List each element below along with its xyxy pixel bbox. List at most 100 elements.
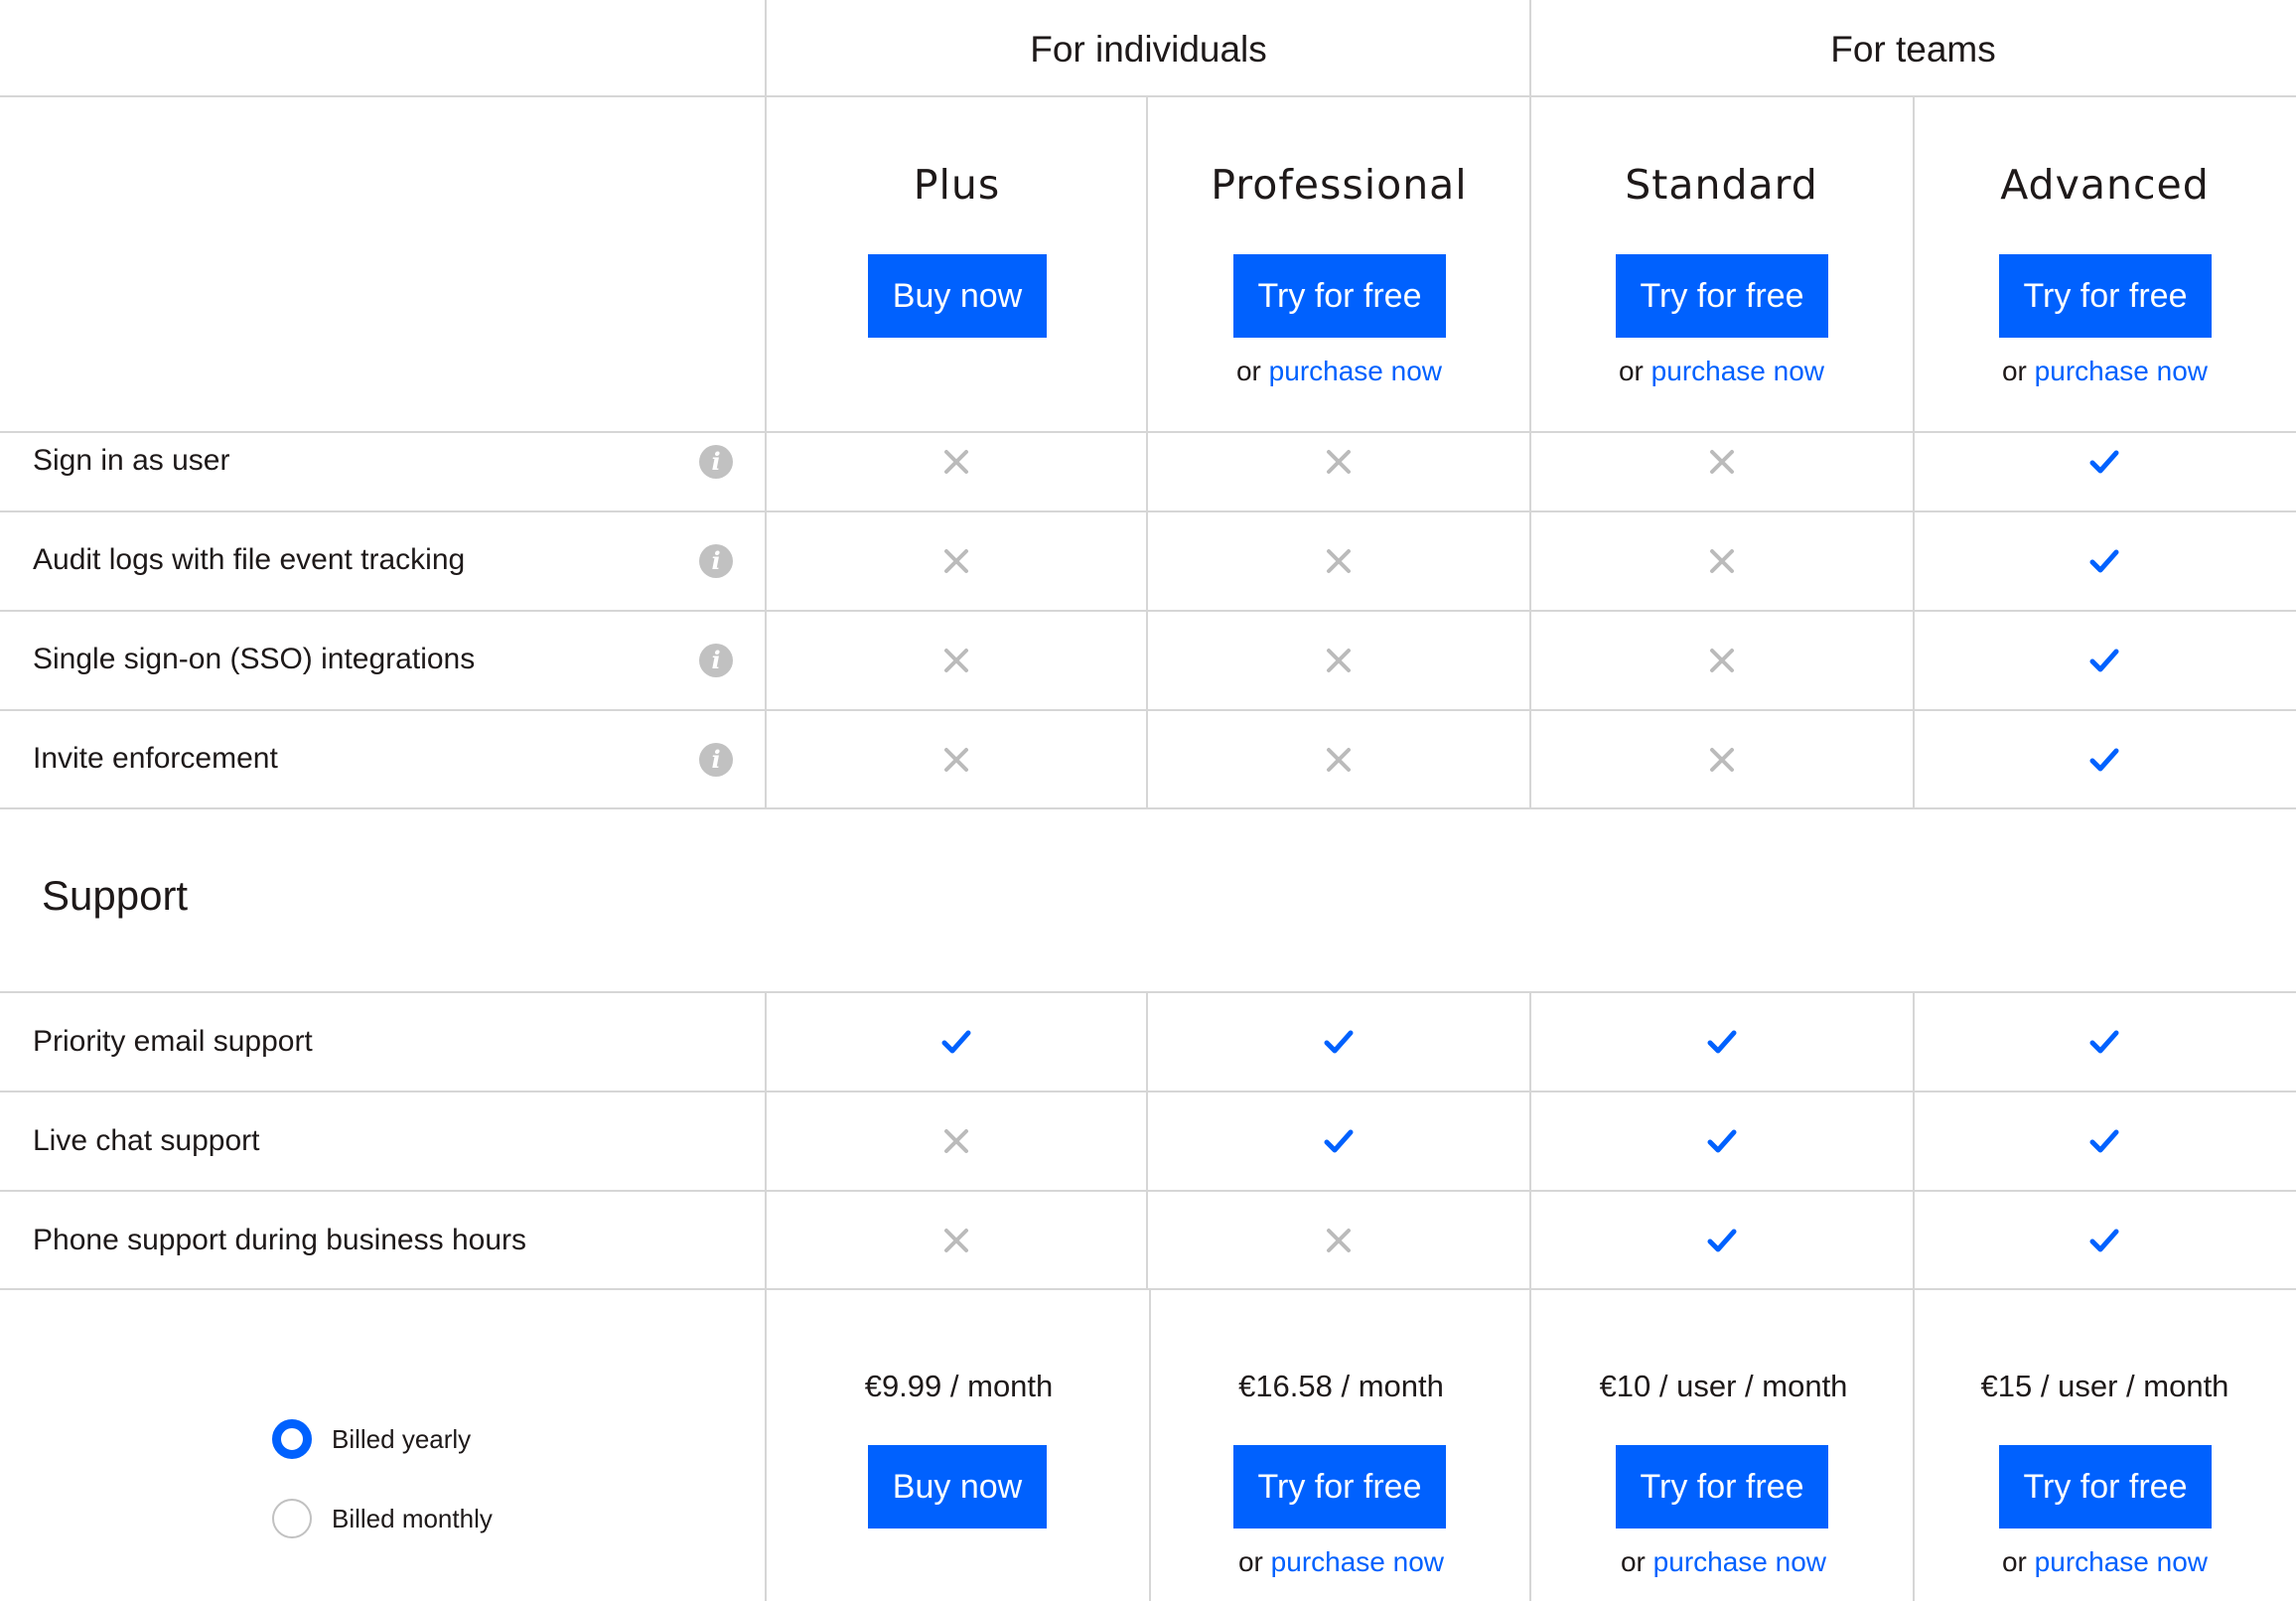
purchase-alternative-bottom: or purchase now bbox=[1914, 1546, 2296, 1578]
cross-icon bbox=[1710, 450, 1734, 474]
purchase-alternative-bottom: or purchase now bbox=[1150, 1546, 1532, 1578]
plan-column-advanced: Advanced Try for free or purchase now bbox=[1914, 97, 2296, 431]
try-for-free-button[interactable]: Try for free bbox=[1999, 254, 2212, 338]
info-icon[interactable]: i bbox=[699, 743, 733, 777]
divider bbox=[0, 610, 2296, 612]
feature-label-sign-in-as-user: Sign in as user bbox=[33, 444, 230, 477]
check-icon bbox=[1324, 1129, 1354, 1153]
purchase-alternative: or purchase now bbox=[1914, 356, 2296, 387]
price-professional: €16.58 / month bbox=[1238, 1369, 1444, 1403]
group-title-individuals: For individuals bbox=[1030, 29, 1267, 70]
buy-now-button[interactable]: Buy now bbox=[868, 254, 1047, 338]
divider bbox=[0, 807, 2296, 809]
check-icon bbox=[1707, 1229, 1737, 1252]
divider bbox=[0, 95, 2296, 97]
cross-icon bbox=[944, 1229, 968, 1252]
divider bbox=[1149, 1289, 1151, 1601]
alt-prefix: or bbox=[1620, 1546, 1653, 1577]
check-icon bbox=[2089, 450, 2119, 474]
divider bbox=[1913, 95, 1915, 808]
info-icon[interactable]: i bbox=[699, 644, 733, 677]
feature-label-invite-enforcement: Invite enforcement bbox=[33, 742, 278, 775]
divider bbox=[1913, 991, 1915, 1601]
check-icon bbox=[2089, 1030, 2119, 1054]
radio-label-monthly: Billed monthly bbox=[332, 1504, 493, 1533]
radio-monthly[interactable] bbox=[272, 1499, 312, 1538]
check-icon bbox=[1707, 1129, 1737, 1153]
divider bbox=[0, 1288, 2296, 1290]
divider bbox=[1146, 95, 1148, 808]
info-icon[interactable]: i bbox=[699, 544, 733, 578]
check-icon bbox=[2089, 748, 2119, 772]
purchase-now-link[interactable]: purchase now bbox=[1653, 1546, 1826, 1577]
info-icon[interactable]: i bbox=[699, 445, 733, 479]
try-for-free-button-bottom[interactable]: Try for free bbox=[1233, 1445, 1446, 1528]
cross-icon bbox=[944, 1129, 968, 1153]
alt-prefix: or bbox=[1237, 1546, 1271, 1577]
purchase-alternative: or purchase now bbox=[1148, 356, 1530, 387]
purchase-now-link[interactable]: purchase now bbox=[1271, 1546, 1444, 1577]
cross-icon bbox=[1327, 549, 1351, 573]
purchase-alternative: or purchase now bbox=[1530, 356, 1913, 387]
cross-icon bbox=[1710, 649, 1734, 672]
cross-icon bbox=[944, 450, 968, 474]
alt-prefix: or bbox=[2001, 356, 2035, 386]
cross-icon bbox=[944, 549, 968, 573]
divider bbox=[0, 709, 2296, 711]
price-plus: €9.99 / month bbox=[864, 1369, 1054, 1403]
cross-icon bbox=[1327, 450, 1351, 474]
check-icon bbox=[941, 1030, 971, 1054]
check-icon bbox=[2089, 549, 2119, 573]
cross-icon bbox=[1327, 649, 1351, 672]
check-icon bbox=[1707, 1030, 1737, 1054]
plan-name: Professional bbox=[1211, 161, 1468, 209]
purchase-now-link[interactable]: purchase now bbox=[1651, 356, 1824, 386]
cross-icon bbox=[1710, 748, 1734, 772]
feature-label-audit-logs: Audit logs with file event tracking bbox=[33, 543, 466, 576]
cross-icon bbox=[1710, 549, 1734, 573]
try-for-free-button-bottom[interactable]: Try for free bbox=[1999, 1445, 2212, 1528]
divider bbox=[1146, 991, 1148, 1289]
check-icon bbox=[1324, 1030, 1354, 1054]
divider bbox=[0, 431, 2296, 433]
cross-icon bbox=[944, 748, 968, 772]
plan-column-plus: Plus Buy now bbox=[766, 97, 1148, 431]
divider bbox=[0, 1091, 2296, 1092]
feature-label-live-chat: Live chat support bbox=[33, 1124, 260, 1157]
feature-label-sso-integrations: Single sign-on (SSO) integrations bbox=[33, 643, 476, 675]
plan-column-standard: Standard Try for free or purchase now bbox=[1530, 97, 1913, 431]
alt-prefix: or bbox=[2001, 1546, 2035, 1577]
plan-column-professional: Professional Try for free or purchase no… bbox=[1148, 97, 1530, 431]
cross-icon bbox=[1327, 1229, 1351, 1252]
divider bbox=[0, 1190, 2296, 1192]
purchase-now-link[interactable]: purchase now bbox=[2035, 1546, 2208, 1577]
feature-label-phone-support: Phone support during business hours bbox=[33, 1224, 526, 1256]
divider bbox=[765, 0, 767, 808]
cross-icon bbox=[1327, 748, 1351, 772]
try-for-free-button[interactable]: Try for free bbox=[1616, 254, 1828, 338]
section-title-support: Support bbox=[42, 872, 189, 919]
divider bbox=[765, 991, 767, 1601]
price-standard: €10 / user / month bbox=[1599, 1369, 1848, 1403]
plan-name: Advanced bbox=[2000, 161, 2210, 209]
purchase-alternative-bottom: or purchase now bbox=[1532, 1546, 1915, 1578]
purchase-now-link[interactable]: purchase now bbox=[1269, 356, 1442, 386]
divider bbox=[0, 991, 2296, 993]
divider bbox=[1529, 991, 1531, 1601]
divider bbox=[1529, 0, 1531, 808]
alt-prefix: or bbox=[1618, 356, 1651, 386]
check-icon bbox=[2089, 1129, 2119, 1153]
cross-icon bbox=[944, 649, 968, 672]
alt-prefix: or bbox=[1235, 356, 1269, 386]
plan-name: Standard bbox=[1625, 161, 1818, 209]
buy-now-button-bottom[interactable]: Buy now bbox=[868, 1445, 1047, 1528]
purchase-now-link[interactable]: purchase now bbox=[2035, 356, 2208, 386]
radio-yearly[interactable] bbox=[272, 1419, 312, 1459]
check-icon bbox=[2089, 649, 2119, 672]
group-title-teams: For teams bbox=[1830, 29, 1996, 70]
try-for-free-button[interactable]: Try for free bbox=[1233, 254, 1446, 338]
feature-label-priority-email: Priority email support bbox=[33, 1025, 313, 1058]
plan-name: Plus bbox=[913, 161, 1001, 209]
try-for-free-button-bottom[interactable]: Try for free bbox=[1616, 1445, 1828, 1528]
divider bbox=[0, 510, 2296, 512]
